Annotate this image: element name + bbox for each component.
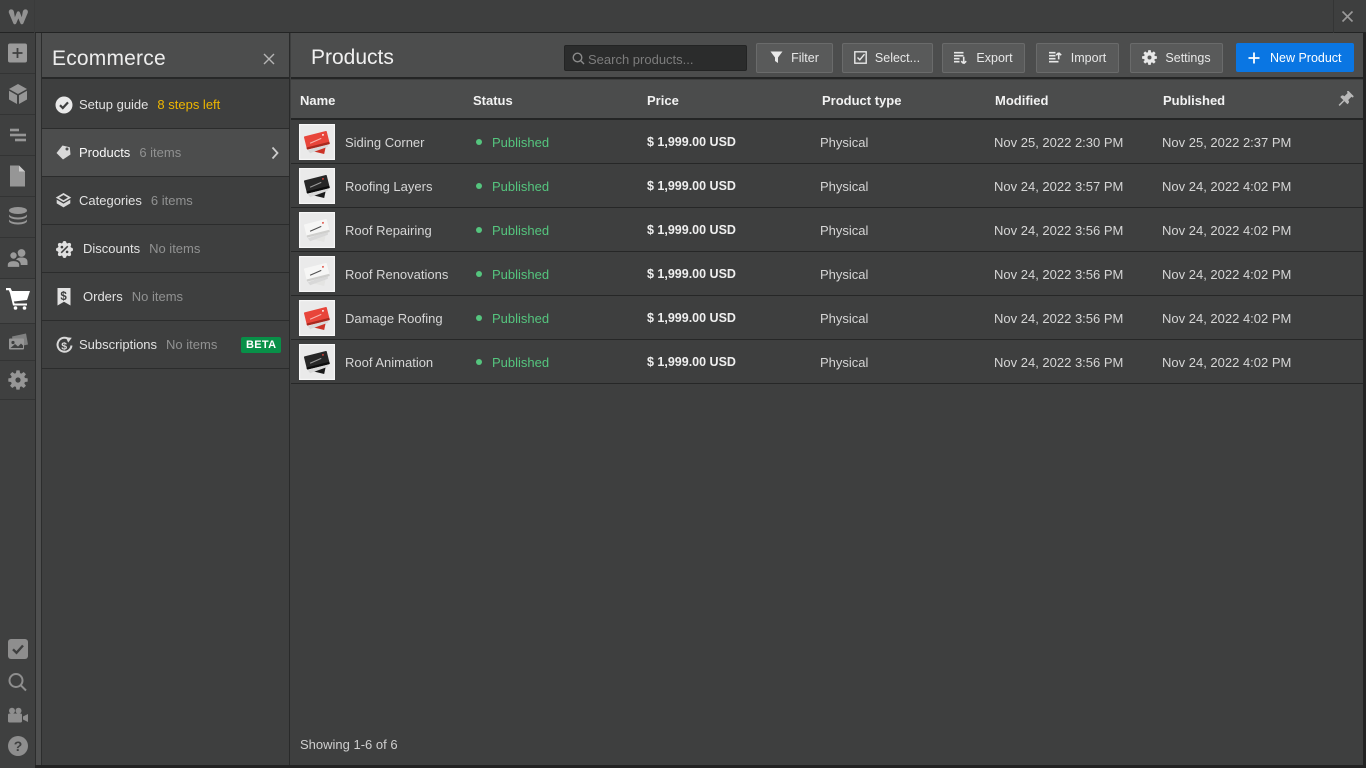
svg-text:$: $ — [61, 341, 67, 353]
svg-text:?: ? — [13, 738, 22, 754]
svg-text:$: $ — [60, 291, 67, 303]
